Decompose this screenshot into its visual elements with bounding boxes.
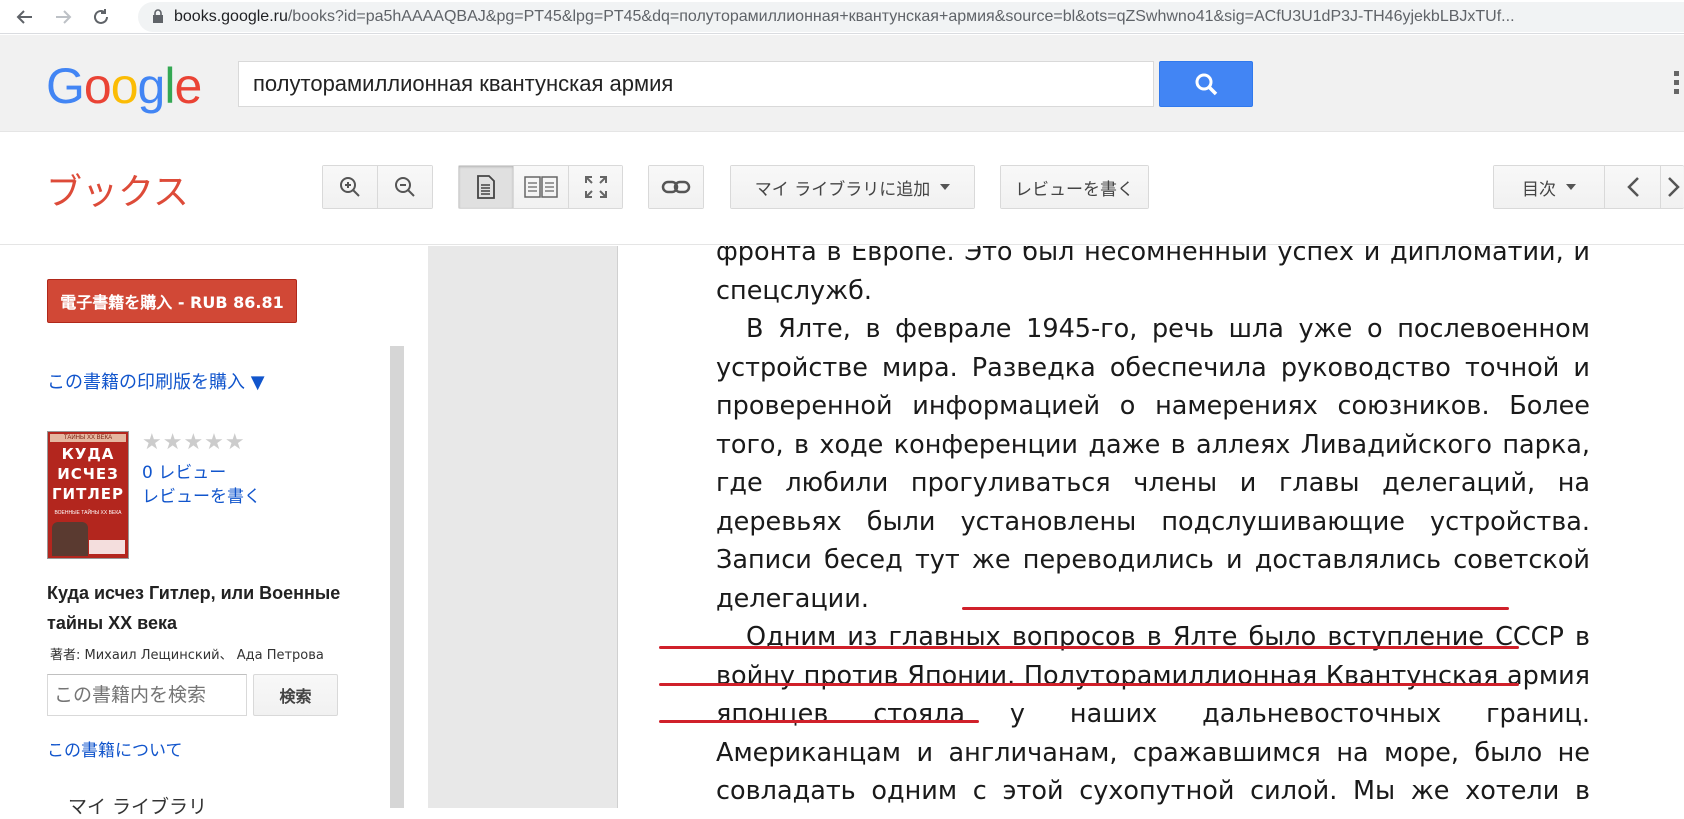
about-book-link[interactable]: この書籍について bbox=[47, 736, 183, 761]
fullscreen-button[interactable] bbox=[569, 166, 622, 208]
sidebar-write-review-link[interactable]: レビューを書く bbox=[142, 482, 261, 507]
cover-figure bbox=[52, 522, 88, 556]
add-to-library-button[interactable]: マイ ライブラリに追加 bbox=[731, 166, 974, 208]
logo-letter: e bbox=[174, 58, 202, 114]
google-logo[interactable]: Google bbox=[46, 57, 202, 115]
two-page-icon bbox=[524, 176, 558, 198]
zoom-out-button[interactable] bbox=[378, 166, 432, 208]
cover-title: КУДА ИСЧЕЗ ГИТЛЕР bbox=[51, 444, 125, 504]
buy-print-link[interactable]: この書籍の印刷版を購入 ▼ bbox=[47, 368, 265, 394]
add-library-group: マイ ライブラリに追加 bbox=[730, 165, 975, 209]
write-review-group: レビューを書く bbox=[1000, 165, 1149, 209]
lock-icon[interactable] bbox=[152, 8, 164, 26]
dropdown-caret-icon bbox=[940, 184, 951, 190]
cover-top-label: ТАЙНЫ ХХ ВЕКА bbox=[50, 434, 126, 442]
zoom-out-icon bbox=[395, 177, 415, 197]
url-host: books.google.ru bbox=[174, 8, 288, 25]
zoom-group bbox=[322, 165, 433, 209]
books-toolbar: ブックス マイ ライブラリに追加 レビューを書く 目次 bbox=[0, 133, 1684, 245]
highlight-underline bbox=[659, 720, 979, 723]
browser-toolbar: books.google.ru/books?id=pa5hAAAAQBAJ&pg… bbox=[0, 0, 1684, 34]
zoom-in-button[interactable] bbox=[323, 166, 378, 208]
search-box[interactable] bbox=[238, 61, 1154, 107]
dropdown-caret-icon bbox=[1566, 184, 1576, 190]
zoom-in-icon bbox=[340, 177, 360, 197]
book-authors: 著者: Михаил Лещинский、 Ада Петрова bbox=[50, 648, 324, 663]
my-library-link[interactable]: マイ ライブラリ bbox=[68, 792, 207, 819]
apps-menu-icon[interactable] bbox=[1674, 71, 1684, 101]
book-page: фронта в Европе. Это был несомненный усп… bbox=[619, 246, 1684, 808]
search-icon bbox=[1195, 73, 1218, 96]
book-title: Куда исчез Гитлер, или Военные тайны ХХ … bbox=[47, 583, 341, 633]
single-page-icon bbox=[477, 175, 495, 199]
cover-subtitle: ВОЕННЫЕ ТАЙНЫ ХХ ВЕКА bbox=[54, 510, 122, 516]
book-sidebar: 電子書籍を購入 - RUB 86.81 この書籍の印刷版を購入 ▼ ТАЙНЫ … bbox=[0, 246, 428, 818]
navigation-group: 目次 bbox=[1493, 165, 1684, 209]
cover-title-line: КУДА bbox=[61, 445, 115, 463]
logo-letter: G bbox=[46, 58, 85, 114]
highlight-underline bbox=[962, 607, 1509, 610]
chevron-left-icon bbox=[1626, 177, 1639, 197]
single-page-view-button[interactable] bbox=[459, 166, 514, 208]
view-mode-group bbox=[458, 165, 623, 209]
logo-letter: l bbox=[164, 58, 175, 114]
toc-label: 目次 bbox=[1522, 179, 1556, 200]
fullscreen-icon bbox=[584, 176, 607, 198]
buy-ebook-button[interactable]: 電子書籍を購入 - RUB 86.81 bbox=[47, 279, 297, 323]
reload-icon[interactable] bbox=[88, 4, 114, 30]
next-page-button[interactable] bbox=[1661, 166, 1683, 208]
logo-letter: o bbox=[110, 58, 139, 114]
book-search-input[interactable] bbox=[47, 674, 247, 716]
cover-title-line: ГИТЛЕР bbox=[51, 485, 125, 503]
page-paragraph: В Ялте, в феврале 1945-го, речь шла уже … bbox=[716, 314, 1590, 614]
logo-letter: o bbox=[83, 58, 112, 114]
toc-button[interactable]: 目次 bbox=[1494, 166, 1605, 208]
google-header: Google bbox=[0, 35, 1684, 132]
write-review-button[interactable]: レビューを書く bbox=[1001, 166, 1148, 208]
search-input[interactable] bbox=[239, 62, 1153, 106]
write-review-label: レビューを書く bbox=[1015, 179, 1134, 200]
page-text: фронта в Европе. Это был несомненный усп… bbox=[716, 246, 1590, 808]
page-paragraph: фронта в Европе. Это был несомненный усп… bbox=[716, 246, 1590, 306]
search-button[interactable] bbox=[1159, 61, 1253, 107]
books-brand[interactable]: ブックス bbox=[46, 163, 189, 215]
cover-author-plate bbox=[89, 540, 125, 554]
url-path: /books?id=pa5hAAAAQBAJ&pg=PT45&lpg=PT45&… bbox=[287, 8, 1515, 25]
address-bar[interactable]: books.google.ru/books?id=pa5hAAAAQBAJ&pg… bbox=[138, 2, 1684, 32]
chevron-right-icon bbox=[1668, 177, 1680, 197]
back-arrow-icon[interactable] bbox=[12, 4, 38, 30]
link-icon bbox=[661, 180, 691, 194]
viewer-gutter bbox=[428, 246, 618, 808]
prev-page-button[interactable] bbox=[1605, 166, 1661, 208]
logo-letter: g bbox=[137, 58, 166, 114]
book-search-button[interactable]: 検索 bbox=[253, 674, 338, 716]
book-cover[interactable]: ТАЙНЫ ХХ ВЕКА КУДА ИСЧЕЗ ГИТЛЕР ВОЕННЫЕ … bbox=[47, 431, 129, 559]
cover-title-line: ИСЧЕЗ bbox=[57, 465, 119, 483]
rating-stars: ★★★★★ bbox=[142, 429, 246, 454]
sidebar-scrollbar[interactable] bbox=[390, 346, 404, 808]
two-page-view-button[interactable] bbox=[514, 166, 569, 208]
link-group bbox=[648, 165, 704, 209]
forward-arrow-icon[interactable] bbox=[50, 4, 76, 30]
highlight-underline bbox=[659, 683, 1519, 686]
add-to-library-label: マイ ライブラリに追加 bbox=[754, 179, 931, 200]
link-button[interactable] bbox=[649, 166, 703, 208]
highlight-underline bbox=[659, 646, 1519, 649]
review-count-link[interactable]: 0 レビュー bbox=[142, 458, 226, 483]
